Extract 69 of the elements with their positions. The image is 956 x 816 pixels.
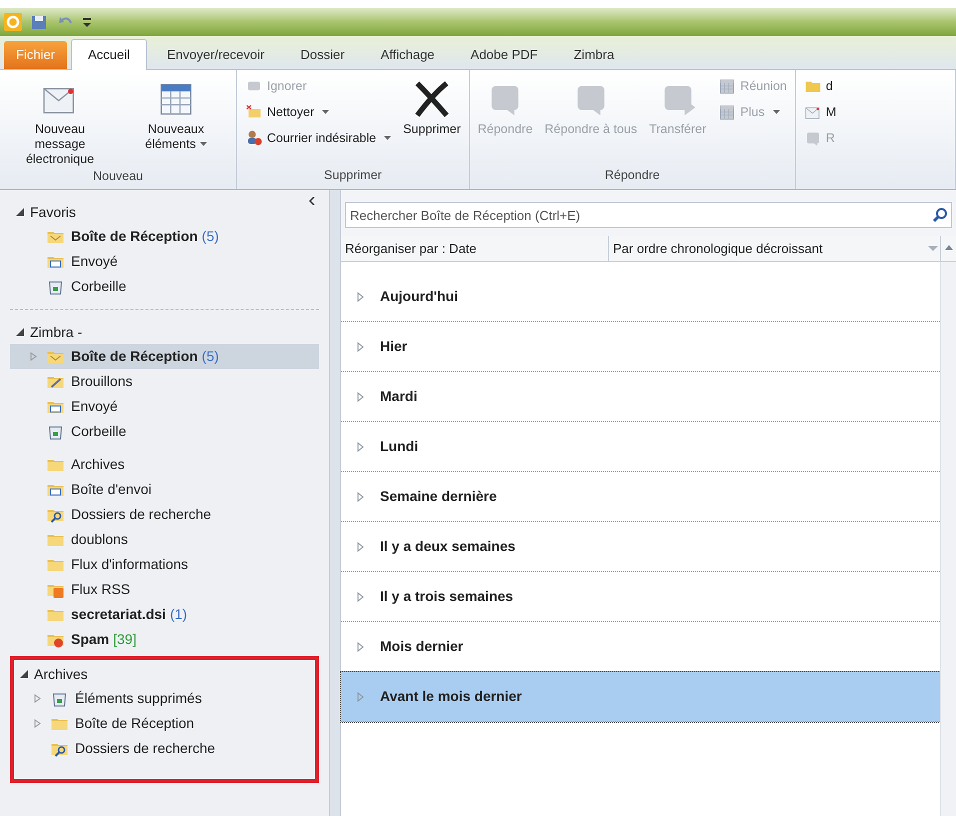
folder-item[interactable]: Spam [39]	[10, 627, 319, 652]
folder-item[interactable]: Boîte de Réception (5)	[10, 344, 319, 369]
calendar-icon	[718, 77, 736, 95]
folder-item[interactable]: Envoyé	[10, 249, 319, 274]
search-field[interactable]: Rechercher Boîte de Réception (Ctrl+E)	[345, 202, 952, 228]
folder-item[interactable]: Flux RSS	[10, 577, 319, 602]
expanded-triangle-icon[interactable]	[16, 208, 24, 216]
ribbon-button[interactable]: M	[800, 100, 840, 124]
calendar-icon	[718, 103, 736, 121]
section-header[interactable]: Archives	[34, 664, 88, 684]
expand-triangle-icon[interactable]	[34, 694, 41, 703]
ribbon-tab[interactable]: Affichage	[364, 41, 451, 69]
folder-item[interactable]: Corbeille	[10, 419, 319, 444]
dropdown-caret-icon	[384, 136, 392, 140]
app-logo-icon[interactable]	[4, 13, 22, 31]
folder-item[interactable]: Flux d'informations	[10, 552, 319, 577]
section-header[interactable]: Favoris	[30, 202, 76, 222]
expand-triangle-icon	[357, 542, 364, 552]
expanded-triangle-icon[interactable]	[20, 670, 28, 678]
expand-triangle-icon	[357, 442, 364, 452]
dropdown-caret-icon	[772, 110, 780, 114]
ribbon-button[interactable]: Supprimer	[399, 74, 465, 137]
sort-order-header[interactable]: Par ordre chronologique décroissant	[609, 236, 926, 261]
ribbon-group-label: Nouveau	[92, 168, 144, 185]
folder-item[interactable]: Brouillons	[10, 369, 319, 394]
expand-triangle-icon	[357, 342, 364, 352]
ribbon-button[interactable]: Courrier indésirable	[241, 126, 396, 150]
folder-item[interactable]: Dossiers de recherche	[10, 502, 319, 527]
folder-item[interactable]: Boîte d'envoi	[10, 477, 319, 502]
expand-triangle-icon	[357, 292, 364, 302]
ribbon-group-label: Supprimer	[323, 167, 383, 184]
folder-item[interactable]: Boîte de Réception	[14, 711, 315, 736]
search-icon[interactable]	[932, 207, 948, 223]
customize-menu-icon[interactable]	[82, 15, 92, 29]
expand-triangle-icon	[357, 642, 364, 652]
group-header[interactable]: Avant le mois dernier	[341, 672, 940, 722]
section-header[interactable]: Zimbra -	[30, 322, 82, 342]
scrollbar[interactable]	[940, 262, 956, 816]
dropdown-caret-icon	[200, 142, 207, 148]
chevron-left-icon	[309, 197, 315, 205]
scroll-up-icon	[944, 244, 952, 250]
ribbon-group-label: Répondre	[604, 167, 661, 184]
expand-triangle-icon	[357, 592, 364, 602]
ribbon-button[interactable]: Nettoyer	[241, 100, 396, 124]
ribbon-button[interactable]: d	[800, 74, 840, 98]
ribbon-tab[interactable]: Dossier	[284, 41, 361, 69]
expand-triangle-icon[interactable]	[30, 352, 37, 361]
ribbon-tab[interactable]: Accueil	[71, 39, 147, 70]
expand-triangle-icon	[357, 692, 364, 702]
expand-triangle-icon	[357, 492, 364, 502]
folder-item[interactable]: Boîte de Réception (5)	[10, 224, 319, 249]
ribbon-tab[interactable]: Adobe PDF	[454, 41, 554, 69]
ribbon-tab[interactable]: Envoyer/recevoir	[150, 41, 280, 69]
dropdown-caret-icon	[322, 110, 330, 114]
expand-triangle-icon	[357, 392, 364, 402]
ribbon-button[interactable]: Nouveaux éléments	[120, 74, 232, 152]
folder-item[interactable]: Éléments supprimés	[14, 686, 315, 711]
folder-item[interactable]: Corbeille	[10, 274, 319, 299]
folder-item[interactable]: doublons	[10, 527, 319, 552]
scroll-up-button[interactable]	[940, 236, 956, 261]
ribbon-tab[interactable]: Zimbra	[558, 41, 630, 69]
arrange-by-header[interactable]: Réorganiser par : Date	[341, 236, 609, 261]
expanded-triangle-icon[interactable]	[16, 328, 24, 336]
folder-item[interactable]: Archives	[10, 452, 319, 477]
folder-item[interactable]: Envoyé	[10, 394, 319, 419]
expand-triangle-icon[interactable]	[34, 719, 41, 728]
ribbon-button[interactable]: Nouveau message électronique	[4, 74, 116, 167]
folder-item[interactable]: secretariat.dsi (1)	[10, 602, 319, 627]
folder-item[interactable]: Dossiers de recherche	[14, 736, 315, 761]
